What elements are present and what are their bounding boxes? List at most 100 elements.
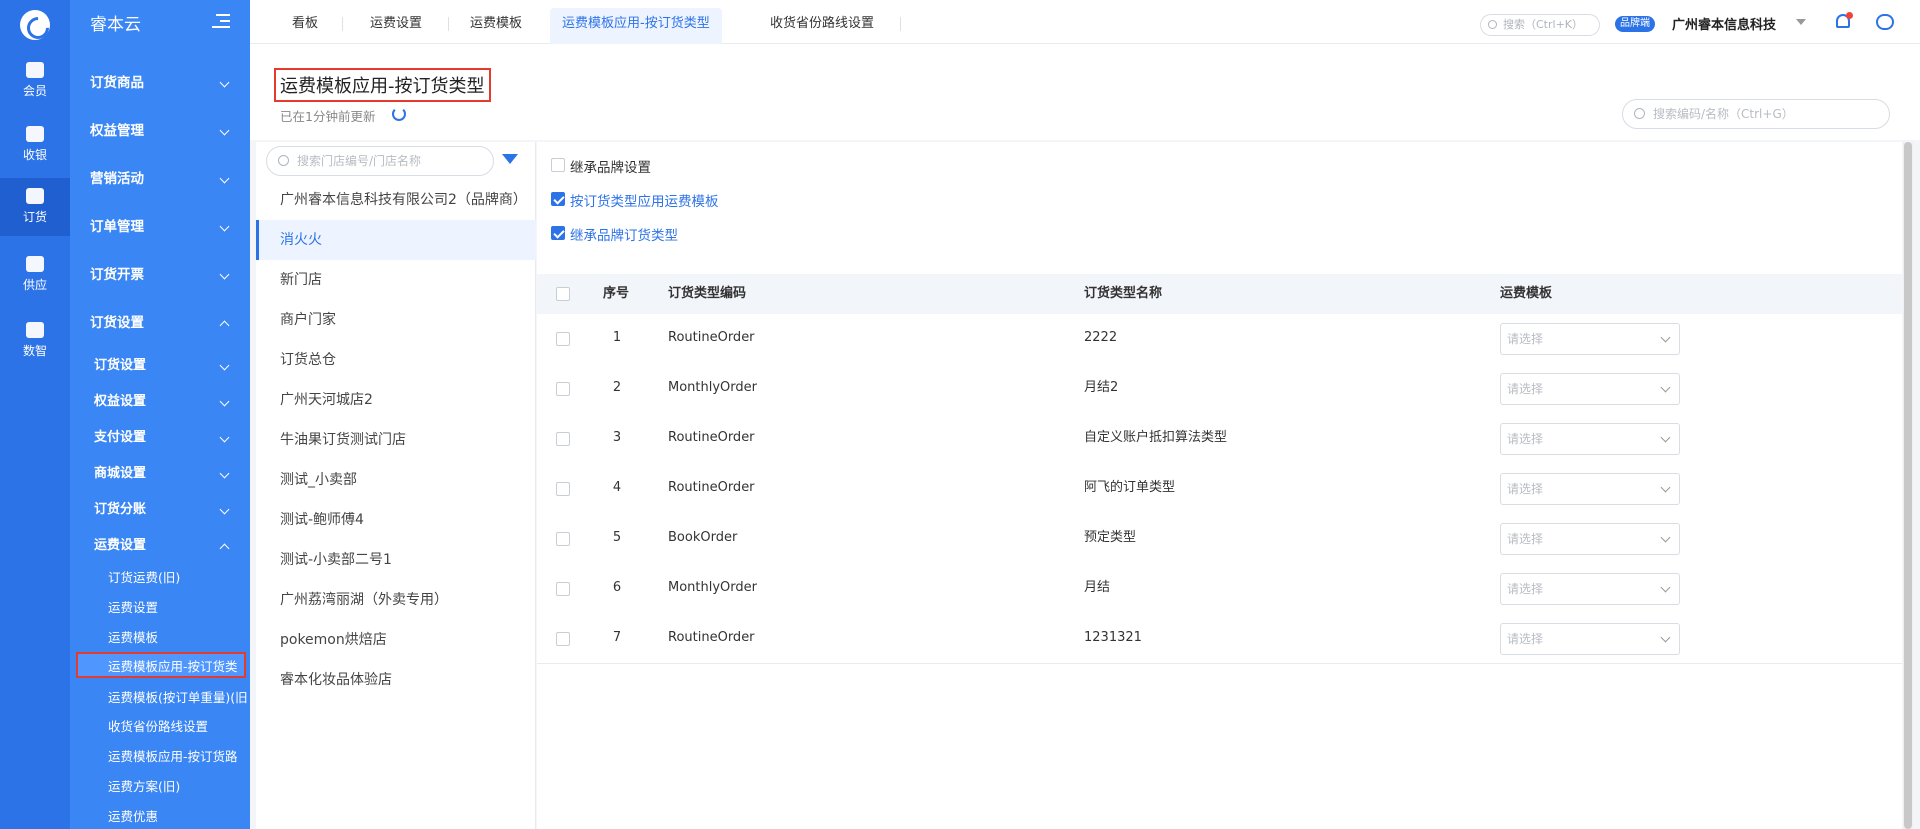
store-item[interactable]: 广州荔湾丽湖（外卖专用） (256, 580, 536, 620)
apply-by-order-type-label[interactable]: 按订货类型应用运费模板 (570, 190, 719, 210)
company-switcher[interactable]: 广州睿本信息科技 (1672, 14, 1776, 33)
menu-item-marketing[interactable]: 营销活动 (70, 164, 250, 194)
chevron-up-icon (219, 320, 230, 331)
rail-item-order[interactable]: 订货 (0, 178, 70, 236)
menu-item-invoice[interactable]: 订货开票 (70, 260, 250, 290)
store-item[interactable]: 订货总仓 (256, 340, 536, 380)
rail-item-analytics[interactable]: 数智 (0, 312, 70, 370)
table-row: 2 MonthlyOrder 月结2 请选择 (537, 363, 1902, 413)
rail-item-cashier[interactable]: 收银 (0, 116, 70, 174)
row-checkbox[interactable] (556, 332, 570, 346)
tab-freight-template[interactable]: 运费模板 (458, 8, 534, 44)
store-item[interactable]: 测试-鲍师傅4 (256, 500, 536, 540)
clipboard-icon (26, 188, 44, 204)
submenu-split-settings[interactable]: 订货分账 (70, 495, 250, 525)
template-select[interactable]: 请选择 (1500, 573, 1680, 605)
leaf-freight-plan-old[interactable]: 运费方案(旧) (70, 774, 250, 800)
table-row: 7 RoutineOrder 1231321 请选择 (537, 613, 1902, 663)
caret-down-icon[interactable] (1796, 19, 1806, 25)
inherit-brand-order-type-label[interactable]: 继承品牌订货类型 (570, 224, 678, 244)
tab-freight-settings[interactable]: 运费设置 (358, 8, 434, 44)
row-index: 7 (612, 630, 622, 645)
row-checkbox[interactable] (556, 382, 570, 396)
store-search-input[interactable]: 搜索门店编号/门店名称 (266, 146, 494, 176)
filter-icon[interactable] (502, 154, 518, 164)
row-code: RoutineOrder (668, 480, 755, 495)
apply-by-order-type-checkbox[interactable] (551, 192, 565, 206)
rail-item-label: 数智 (22, 344, 47, 358)
row-checkbox[interactable] (556, 632, 570, 646)
store-item[interactable]: 测试-小卖部二号1 (256, 540, 536, 580)
store-item[interactable]: 商户门家 (256, 300, 536, 340)
assistant-robot-icon[interactable] (1876, 14, 1894, 30)
rail-item-label: 供应 (22, 278, 47, 292)
submenu-payment-settings[interactable]: 支付设置 (70, 423, 250, 453)
inherit-brand-order-type-checkbox[interactable] (551, 226, 565, 240)
template-select[interactable]: 请选择 (1500, 373, 1680, 405)
tab-province-route[interactable]: 收货省份路线设置 (758, 8, 886, 44)
menu-item-products[interactable]: 订货商品 (70, 68, 250, 98)
menu-collapse-icon[interactable] (212, 14, 230, 28)
code-name-search-input[interactable]: 搜索编码/名称（Ctrl+G） (1622, 99, 1890, 129)
store-item[interactable]: 广州天河城店2 (256, 380, 536, 420)
leaf-template-by-weight[interactable]: 运费模板(按订单重量)(旧 (70, 685, 250, 711)
refresh-icon[interactable] (392, 107, 406, 121)
leaf-freight-old[interactable]: 订货运费(旧) (70, 565, 250, 591)
page-title: 运费模板应用-按订货类型 (274, 68, 491, 102)
inherit-brand-label[interactable]: 继承品牌设置 (570, 156, 651, 176)
chevron-down-icon (219, 360, 230, 371)
search-icon (1488, 20, 1497, 29)
table-header: 序号 订货类型编码 订货类型名称 运费模板 (537, 274, 1902, 314)
template-select[interactable]: 请选择 (1500, 323, 1680, 355)
tab-dashboard[interactable]: 看板 (280, 8, 330, 44)
chevron-down-icon (1660, 532, 1671, 543)
template-select[interactable]: 请选择 (1500, 623, 1680, 655)
submenu-freight-settings[interactable]: 运费设置 (70, 531, 250, 561)
template-select[interactable]: 请选择 (1500, 473, 1680, 505)
leaf-freight-settings[interactable]: 运费设置 (70, 595, 250, 621)
chevron-down-icon (219, 468, 230, 479)
rail-item-member[interactable]: 会员 (0, 52, 70, 110)
row-checkbox[interactable] (556, 582, 570, 596)
store-item[interactable]: pokemon烘焙店 (256, 620, 536, 660)
chevron-down-icon (219, 504, 230, 515)
leaf-template-by-order-type[interactable]: 运费模板应用-按订货类 (76, 652, 246, 678)
row-code: RoutineOrder (668, 630, 755, 645)
row-name: 阿飞的订单类型 (1084, 480, 1176, 495)
leaf-template-by-route[interactable]: 运费模板应用-按订货路 (70, 744, 250, 770)
tab-template-by-order-type[interactable]: 运费模板应用-按订货类型 (550, 8, 722, 44)
store-item[interactable]: 新门店 (256, 260, 536, 300)
leaf-freight-template[interactable]: 运费模板 (70, 625, 250, 651)
submenu-order-settings[interactable]: 订货设置 (70, 351, 250, 381)
col-code: 订货类型编码 (668, 286, 747, 301)
store-item[interactable]: 睿本化妆品体验店 (256, 660, 536, 700)
select-all-checkbox[interactable] (556, 287, 570, 301)
global-search-input[interactable]: 搜索（Ctrl+K） (1480, 14, 1600, 36)
menu-item-orders[interactable]: 订单管理 (70, 212, 250, 242)
template-select[interactable]: 请选择 (1500, 423, 1680, 455)
row-name: 预定类型 (1084, 530, 1137, 545)
content-scrollbar-thumb[interactable] (1904, 142, 1912, 829)
store-item[interactable]: 测试_小卖部 (256, 460, 536, 500)
store-item[interactable]: 消火火 (256, 220, 536, 260)
submenu-rights-settings[interactable]: 权益设置 (70, 387, 250, 417)
menu-item-rights[interactable]: 权益管理 (70, 116, 250, 146)
leaf-province-route[interactable]: 收货省份路线设置 (70, 714, 250, 740)
template-select[interactable]: 请选择 (1500, 523, 1680, 555)
row-name: 2222 (1084, 330, 1118, 345)
rail-item-supply[interactable]: 供应 (0, 246, 70, 304)
truck-icon (26, 256, 44, 272)
row-checkbox[interactable] (556, 432, 570, 446)
menu-item-order-settings[interactable]: 订货设置 (70, 308, 250, 338)
leaf-freight-discount[interactable]: 运费优惠 (70, 804, 250, 829)
store-item[interactable]: 牛油果订货测试门店 (256, 420, 536, 460)
store-item[interactable]: 广州睿本信息科技有限公司2（品牌商） (256, 180, 536, 220)
member-card-icon (26, 62, 44, 78)
inherit-brand-checkbox[interactable] (551, 158, 565, 172)
row-checkbox[interactable] (556, 482, 570, 496)
row-name: 月结 (1084, 580, 1111, 595)
app-logo-icon[interactable] (20, 10, 50, 40)
submenu-mall-settings[interactable]: 商城设置 (70, 459, 250, 489)
row-checkbox[interactable] (556, 532, 570, 546)
notification-dot (1846, 12, 1853, 19)
